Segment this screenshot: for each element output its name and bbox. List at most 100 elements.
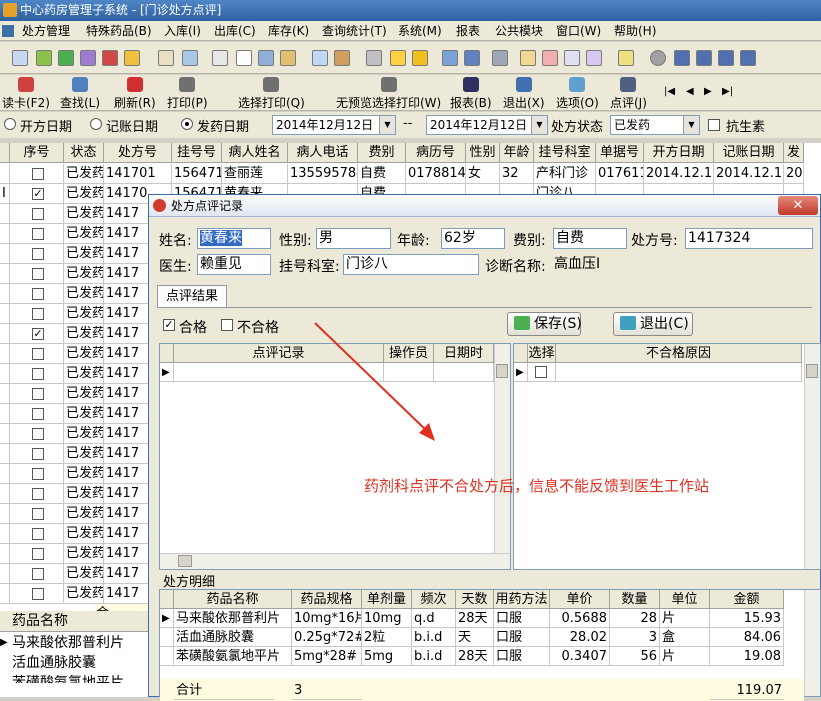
next-record-button[interactable]: ▶ bbox=[704, 86, 712, 97]
table-cell[interactable]: 141701 bbox=[104, 164, 172, 184]
detail-cell[interactable]: 0.5688 bbox=[550, 609, 610, 628]
search-icon[interactable] bbox=[564, 50, 580, 66]
detail-cell[interactable]: 2粒 bbox=[362, 628, 412, 647]
row-checkbox[interactable] bbox=[32, 208, 44, 220]
row-select-cell[interactable] bbox=[10, 544, 64, 564]
print-button[interactable]: 打印(P) bbox=[167, 77, 208, 111]
row-select-cell[interactable] bbox=[10, 364, 64, 384]
detail-header[interactable]: 天数 bbox=[456, 590, 494, 609]
row-checkbox[interactable] bbox=[32, 528, 44, 540]
list-icon[interactable] bbox=[80, 50, 96, 66]
detail-cell[interactable]: 片 bbox=[660, 609, 710, 628]
row-checkbox[interactable] bbox=[32, 248, 44, 260]
table-cell[interactable]: 已发药 bbox=[64, 344, 104, 364]
detail-cell[interactable]: 口服 bbox=[494, 628, 550, 647]
select-print-button[interactable]: 选择打印(Q) bbox=[238, 77, 305, 111]
detail-header[interactable]: 单价 bbox=[550, 590, 610, 609]
table-cell[interactable]: 已发药 bbox=[64, 364, 104, 384]
doctor-field[interactable]: 赖重见 bbox=[197, 254, 271, 275]
menu-prescription[interactable]: 处方管理 bbox=[22, 23, 70, 39]
table-cell[interactable]: 已发药 bbox=[64, 544, 104, 564]
detail-cell[interactable]: 10mg*16片 bbox=[292, 609, 362, 628]
save-icon[interactable] bbox=[464, 50, 480, 66]
exit-button[interactable]: 退出(X) bbox=[503, 77, 545, 111]
reason-cell[interactable] bbox=[556, 363, 802, 382]
row-select-cell[interactable] bbox=[10, 344, 64, 364]
grid-header[interactable]: 单据号 bbox=[596, 143, 644, 163]
detail-cell[interactable]: b.i.d bbox=[412, 647, 456, 666]
row-select-cell[interactable] bbox=[10, 464, 64, 484]
patient-name-field[interactable]: 黄春来 bbox=[197, 228, 271, 249]
row-select-cell[interactable] bbox=[10, 404, 64, 424]
disk-icon[interactable] bbox=[492, 50, 508, 66]
row-checkbox[interactable] bbox=[32, 308, 44, 320]
row-select-cell[interactable] bbox=[10, 564, 64, 584]
table-cell[interactable]: 32 bbox=[500, 164, 534, 184]
row-select-cell[interactable] bbox=[10, 204, 64, 224]
detail-cell[interactable]: 天 bbox=[456, 628, 494, 647]
row-checkbox[interactable] bbox=[32, 448, 44, 460]
table-cell[interactable]: 已发药 bbox=[64, 504, 104, 524]
grid-header[interactable]: 挂号号 bbox=[172, 143, 222, 163]
row-checkbox[interactable] bbox=[32, 508, 44, 520]
menu-help[interactable]: 帮助(H) bbox=[614, 23, 656, 39]
row-select-cell[interactable] bbox=[10, 164, 64, 184]
report-button[interactable]: 报表(B) bbox=[450, 77, 492, 111]
reason-vscroll[interactable] bbox=[804, 344, 820, 569]
row-checkbox[interactable] bbox=[32, 368, 44, 380]
table-cell[interactable]: 已发药 bbox=[64, 324, 104, 344]
antibiotic-checkbox[interactable] bbox=[708, 119, 720, 131]
open-icon[interactable] bbox=[12, 50, 28, 66]
table-cell[interactable]: 0178814 bbox=[406, 164, 466, 184]
table-cell[interactable]: 已发药 bbox=[64, 284, 104, 304]
table-cell[interactable]: 已发药 bbox=[64, 224, 104, 244]
row-checkbox[interactable] bbox=[32, 268, 44, 280]
grid-header[interactable]: 记账日期 bbox=[714, 143, 784, 163]
row-select-cell[interactable] bbox=[10, 244, 64, 264]
cascade-icon[interactable] bbox=[718, 50, 734, 66]
refresh-button[interactable]: 刷新(R) bbox=[114, 77, 156, 111]
table-cell[interactable]: 已发药 bbox=[64, 464, 104, 484]
table-cell[interactable]: 已发药 bbox=[64, 304, 104, 324]
sex-field[interactable]: 男 bbox=[316, 228, 391, 249]
review-vscroll[interactable] bbox=[494, 344, 510, 553]
chart-icon[interactable] bbox=[312, 50, 328, 66]
detail-cell[interactable]: 活血通脉胶囊 bbox=[174, 628, 292, 647]
menu-reports[interactable]: 报表 bbox=[456, 23, 480, 39]
row-checkbox[interactable] bbox=[32, 388, 44, 400]
menu-common[interactable]: 公共模块 bbox=[495, 23, 543, 39]
no-preview-print-button[interactable]: 无预览选择打印(W) bbox=[336, 77, 441, 111]
row-select-cell[interactable] bbox=[10, 504, 64, 524]
row-select-cell[interactable] bbox=[10, 584, 64, 604]
detail-cell[interactable]: 19.08 bbox=[710, 647, 784, 666]
row-select-cell[interactable] bbox=[10, 224, 64, 244]
table-icon[interactable] bbox=[182, 50, 198, 66]
row-checkbox[interactable] bbox=[32, 228, 44, 240]
window-icon[interactable] bbox=[674, 50, 690, 66]
scroll-thumb[interactable] bbox=[178, 555, 192, 567]
detail-cell[interactable]: b.i.d bbox=[412, 628, 456, 647]
table-cell[interactable]: 已发药 bbox=[64, 524, 104, 544]
prev-record-button[interactable]: ◀ bbox=[686, 86, 694, 97]
row-select-cell[interactable] bbox=[10, 484, 64, 504]
drug-list-item[interactable]: 马来酸依那普利片 bbox=[12, 633, 124, 653]
table-cell[interactable]: 产科门诊 bbox=[534, 164, 596, 184]
find-button[interactable]: 查找(L) bbox=[60, 77, 100, 111]
save-button[interactable]: 保存(S) bbox=[507, 312, 582, 336]
table-cell[interactable]: 已发药 bbox=[64, 584, 104, 604]
detail-cell[interactable]: 5mg bbox=[362, 647, 412, 666]
table-cell[interactable]: 已发药 bbox=[64, 424, 104, 444]
detail-header[interactable]: 单剂量 bbox=[362, 590, 412, 609]
stop-icon[interactable] bbox=[102, 50, 118, 66]
row-checkbox[interactable]: ✓ bbox=[32, 328, 44, 340]
tile-icon[interactable] bbox=[696, 50, 712, 66]
status-select[interactable]: 已发药 ▼ bbox=[610, 115, 700, 135]
table-cell[interactable]: 已发药 bbox=[64, 264, 104, 284]
detail-header[interactable]: 用药方法 bbox=[494, 590, 550, 609]
row-checkbox[interactable] bbox=[32, 288, 44, 300]
row-checkbox[interactable] bbox=[32, 428, 44, 440]
row-select-cell[interactable] bbox=[10, 304, 64, 324]
table-cell[interactable]: 2014.12.1 bbox=[644, 164, 714, 184]
dept-field[interactable]: 门诊八 bbox=[343, 254, 479, 275]
calc-icon[interactable] bbox=[258, 50, 274, 66]
